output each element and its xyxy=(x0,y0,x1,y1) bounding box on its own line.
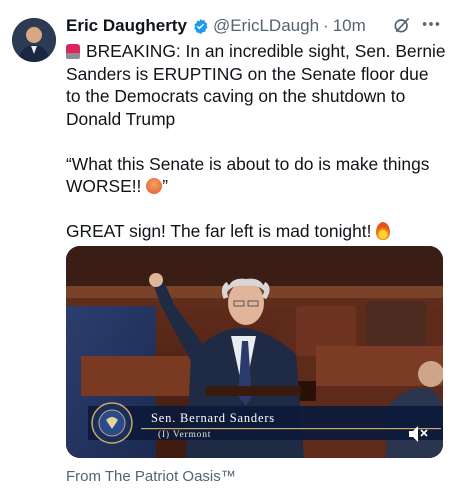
separator-dot: · xyxy=(323,16,329,35)
tweet-line-1: BREAKING: In an incredible sight, Sen. B… xyxy=(66,41,446,129)
source-attribution[interactable]: From The Patriot Oasis™ xyxy=(66,468,236,485)
author-name[interactable]: Eric Daugherty xyxy=(66,16,187,36)
angry-face-emoji-icon xyxy=(146,178,163,194)
grok-icon[interactable] xyxy=(392,15,412,35)
timestamp[interactable]: 10m xyxy=(333,16,366,36)
tweet-line-3: GREAT sign! The far left is mad tonight! xyxy=(66,221,377,241)
tweet-line-2: “What this Senate is about to do is make… xyxy=(66,153,430,197)
tweet-paragraph-1: BREAKING: In an incredible sight, Sen. B… xyxy=(66,40,446,130)
chyron-subtitle: (I) Vermont xyxy=(158,429,211,440)
tweet-line-2-end: ” xyxy=(162,176,168,196)
video-frame: Sen. Bernard Sanders (I) Vermont xyxy=(66,246,443,458)
video-player[interactable]: Sen. Bernard Sanders (I) Vermont xyxy=(66,246,443,458)
siren-emoji-icon xyxy=(66,44,80,59)
tweet-text: BREAKING: In an incredible sight, Sen. B… xyxy=(66,40,446,265)
tweet-header: Eric Daugherty @EricLDaugh · 10m xyxy=(66,14,444,38)
more-options-icon[interactable] xyxy=(420,14,442,34)
author-avatar[interactable] xyxy=(12,18,56,62)
tweet-paragraph-2: “What this Senate is about to do is make… xyxy=(66,153,446,198)
tweet-paragraph-3: GREAT sign! The far left is mad tonight! xyxy=(66,220,446,243)
avatar-image xyxy=(12,18,56,62)
fire-emoji-icon xyxy=(376,222,391,240)
verified-badge-icon xyxy=(194,18,208,34)
chyron-name: Sen. Bernard Sanders xyxy=(151,411,275,425)
author-handle[interactable]: @EricLDaugh xyxy=(213,16,319,36)
